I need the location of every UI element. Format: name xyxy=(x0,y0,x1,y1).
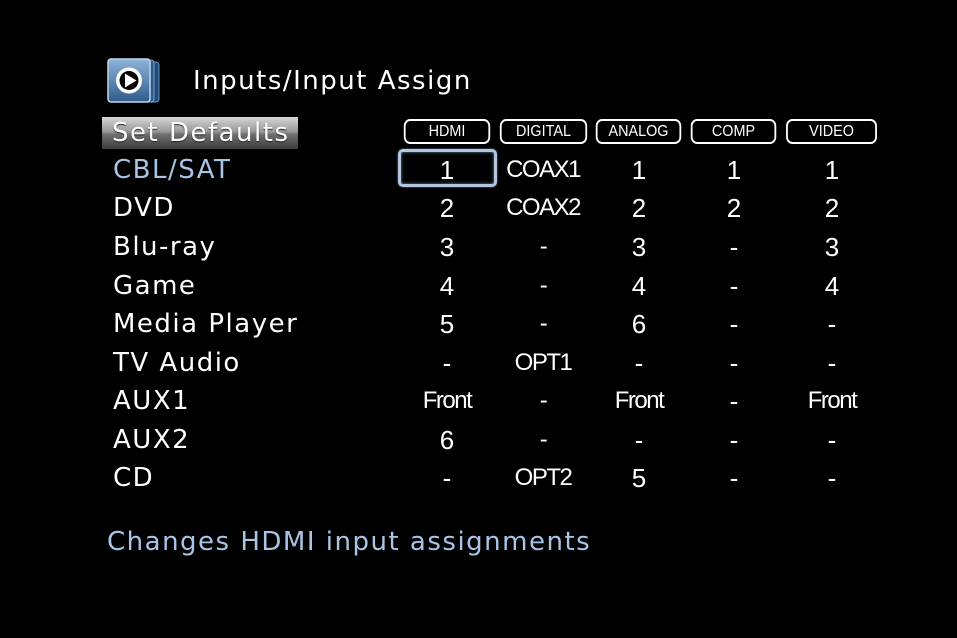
cell-game-analog[interactable]: 4 xyxy=(591,267,687,305)
cell-dvd-digital[interactable]: COAX2 xyxy=(495,189,591,227)
cell-aux2-analog[interactable]: - xyxy=(591,421,687,459)
cell-media-player-analog[interactable]: 6 xyxy=(591,305,687,343)
cell-dvd-analog[interactable]: 2 xyxy=(591,189,687,227)
cell-aux1-analog[interactable]: Front xyxy=(591,382,687,420)
cell-game-video[interactable]: 4 xyxy=(784,267,880,305)
cell-aux2-hdmi[interactable]: 6 xyxy=(399,421,495,459)
page-title: Inputs/Input Assign xyxy=(193,66,472,96)
cell-cd-hdmi[interactable]: - xyxy=(399,459,495,497)
cell-game-comp[interactable]: - xyxy=(686,267,782,305)
cell-game-hdmi[interactable]: 4 xyxy=(399,267,495,305)
help-text: Changes HDMI input assignments xyxy=(107,527,592,557)
cell-aux1-comp[interactable]: - xyxy=(686,382,782,420)
row-label-dvd[interactable]: DVD xyxy=(113,189,175,227)
column-header-analog: ANALOG xyxy=(595,119,682,144)
cell-aux1-hdmi[interactable]: Front xyxy=(399,382,495,420)
cell-tv-audio-analog[interactable]: - xyxy=(591,344,687,382)
cell-blu-ray-digital[interactable]: - xyxy=(495,228,591,266)
cell-media-player-comp[interactable]: - xyxy=(686,305,782,343)
row-label-aux1[interactable]: AUX1 xyxy=(113,382,190,420)
cell-cbl-sat-digital[interactable]: COAX1 xyxy=(495,151,591,189)
column-header-digital: DIGITAL xyxy=(499,119,588,144)
column-header-hdmi: HDMI xyxy=(403,119,491,144)
cell-cd-analog[interactable]: 5 xyxy=(591,459,687,497)
cell-media-player-hdmi[interactable]: 5 xyxy=(399,305,495,343)
cell-game-digital[interactable]: - xyxy=(495,267,591,305)
cell-dvd-video[interactable]: 2 xyxy=(784,189,880,227)
cell-cbl-sat-analog[interactable]: 1 xyxy=(591,151,687,189)
cell-tv-audio-video[interactable]: - xyxy=(784,344,880,382)
row-label-blu-ray[interactable]: Blu-ray xyxy=(113,228,216,266)
cell-media-player-video[interactable]: - xyxy=(784,305,880,343)
cell-aux2-video[interactable]: - xyxy=(784,421,880,459)
arrow-right-circle-icon xyxy=(107,58,161,104)
cell-aux1-digital[interactable]: - xyxy=(495,382,591,420)
cell-tv-audio-hdmi[interactable]: - xyxy=(399,344,495,382)
row-label-media-player[interactable]: Media Player xyxy=(113,305,298,343)
cell-dvd-comp[interactable]: 2 xyxy=(686,189,782,227)
cell-cbl-sat-hdmi[interactable]: 1 xyxy=(398,149,497,189)
cell-cbl-sat-video[interactable]: 1 xyxy=(784,151,880,189)
cell-cd-digital[interactable]: OPT2 xyxy=(495,459,591,497)
column-header-video: VIDEO xyxy=(786,119,877,144)
cell-aux2-digital[interactable]: - xyxy=(495,421,591,459)
row-label-aux2[interactable]: AUX2 xyxy=(113,421,190,459)
cell-cbl-sat-comp[interactable]: 1 xyxy=(686,151,782,189)
row-label-tv-audio[interactable]: TV Audio xyxy=(113,344,241,382)
cell-media-player-digital[interactable]: - xyxy=(495,305,591,343)
column-header-comp: COMP xyxy=(690,119,777,144)
cell-dvd-hdmi[interactable]: 2 xyxy=(399,189,495,227)
cell-cd-comp[interactable]: - xyxy=(686,459,782,497)
cell-cd-video[interactable]: - xyxy=(784,459,880,497)
cell-aux1-video[interactable]: Front xyxy=(784,382,880,420)
set-defaults-button[interactable]: Set Defaults xyxy=(102,117,298,149)
cell-tv-audio-digital[interactable]: OPT1 xyxy=(495,344,591,382)
row-label-cd[interactable]: CD xyxy=(113,459,154,497)
cell-aux2-comp[interactable]: - xyxy=(686,421,782,459)
cell-blu-ray-hdmi[interactable]: 3 xyxy=(399,228,495,266)
cell-blu-ray-comp[interactable]: - xyxy=(686,228,782,266)
row-label-game[interactable]: Game xyxy=(113,267,196,305)
row-label-cbl-sat[interactable]: CBL/SAT xyxy=(113,151,231,189)
cell-blu-ray-video[interactable]: 3 xyxy=(784,228,880,266)
cell-blu-ray-analog[interactable]: 3 xyxy=(591,228,687,266)
cell-tv-audio-comp[interactable]: - xyxy=(686,344,782,382)
